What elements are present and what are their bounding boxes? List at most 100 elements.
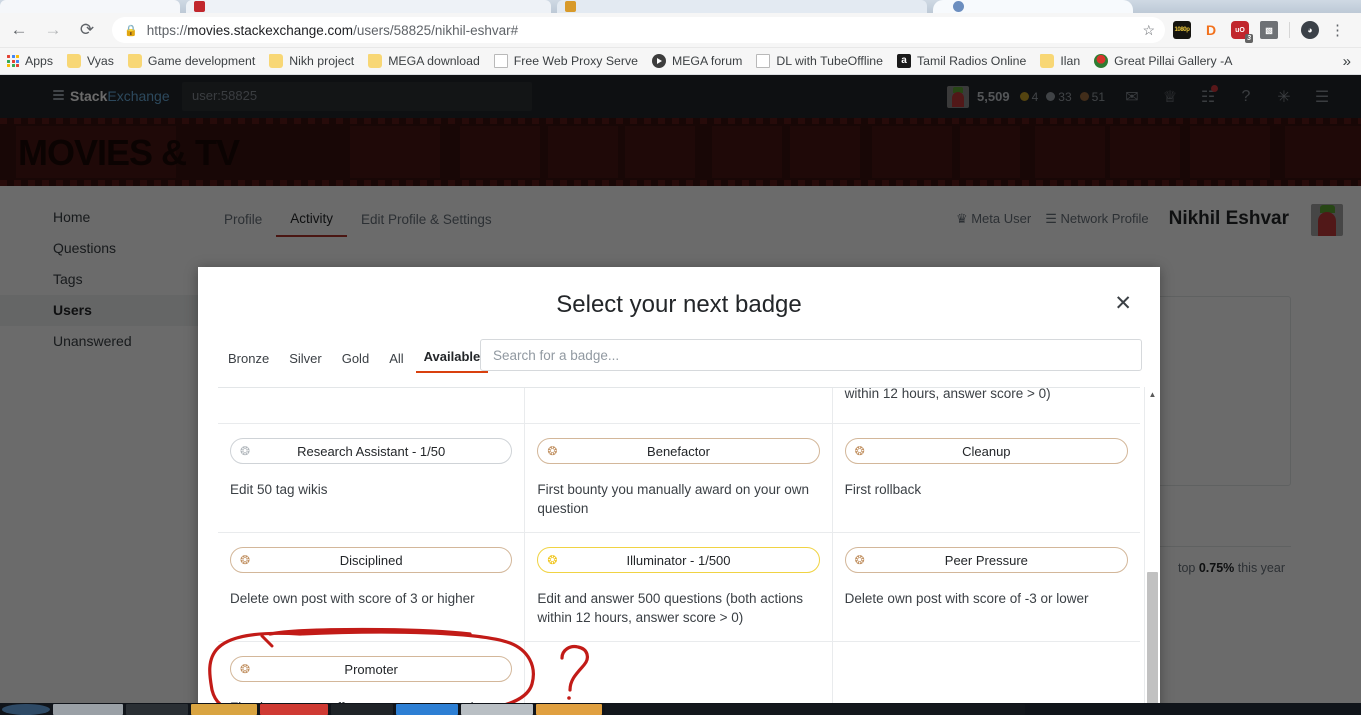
url-path: /users/58825/nikhil-eshvar# <box>353 22 519 38</box>
badge-cell[interactable]: ❂ Cleanup First rollback <box>832 424 1140 533</box>
tab-available[interactable]: Available <box>415 343 489 373</box>
bookmark-mega-download[interactable]: MEGA download <box>361 50 487 72</box>
idm-extension-icon[interactable]: D <box>1202 21 1220 39</box>
taskbar-item[interactable] <box>191 703 257 715</box>
badge-list-scrollbar[interactable]: ▲ <box>1144 387 1160 715</box>
bookmark-label: DL with TubeOffline <box>776 54 883 68</box>
badge-grid: within 12 hours, answer score > 0) ❂ Res… <box>218 387 1140 715</box>
bookmark-star-icon[interactable]: ☆ <box>1142 22 1155 39</box>
badge-chip-disciplined[interactable]: ❂ Disciplined <box>230 547 513 573</box>
lock-icon: 🔒 <box>124 24 138 37</box>
bookmark-label: Vyas <box>87 54 114 68</box>
taskbar-item[interactable] <box>461 703 533 715</box>
bookmark-label: Game development <box>147 54 256 68</box>
taskbar-start-button[interactable] <box>2 703 50 715</box>
url-scheme: https:// <box>146 22 188 38</box>
taskbar-item[interactable] <box>605 703 1025 715</box>
badge-name: Disciplined <box>339 552 403 568</box>
badge-chip-benefactor[interactable]: ❂ Benefactor <box>537 438 820 464</box>
select-badge-modal: Select your next badge ✕ Bronze Silver G… <box>198 267 1160 715</box>
chrome-menu-icon[interactable]: ⋮ <box>1330 21 1353 39</box>
reload-button[interactable]: ⟳ <box>72 15 102 45</box>
video-downloader-extension-icon[interactable]: 1080p <box>1173 21 1191 39</box>
forward-button[interactable]: → <box>38 15 68 45</box>
windows-taskbar[interactable] <box>0 703 1361 715</box>
tab-silver[interactable]: Silver <box>281 345 330 373</box>
browser-tab-active[interactable] <box>933 0 1133 13</box>
badge-description: First rollback <box>844 482 922 497</box>
medal-icon: ❂ <box>240 553 251 567</box>
back-icon: ← <box>10 20 28 39</box>
bookmark-great-pillai-gallery[interactable]: Great Pillai Gallery -A <box>1087 50 1239 72</box>
scrollbar-thumb[interactable] <box>1147 572 1158 715</box>
search-input[interactable]: Search for a badge... <box>480 339 1142 371</box>
browser-tab[interactable] <box>557 0 927 13</box>
badge-cell[interactable]: ❂ Research Assistant - 1/50 Edit 50 tag … <box>218 424 526 533</box>
bookmarks-bar: Apps Vyas Game development Nikh project … <box>0 48 1361 75</box>
bookmark-vyas[interactable]: Vyas <box>60 50 121 72</box>
badge-name: Benefactor <box>647 443 710 459</box>
badge-cell[interactable]: ❂ Disciplined Delete own post with score… <box>218 533 526 642</box>
badge-cell[interactable]: ❂ Benefactor First bounty you manually a… <box>525 424 833 533</box>
badge-cell-partial <box>218 388 526 424</box>
bookmark-label: Nikh project <box>289 54 355 68</box>
browser-tab[interactable] <box>186 0 551 13</box>
taskbar-item[interactable] <box>53 703 123 715</box>
badge-description: Delete own post with score of 3 or highe… <box>230 591 475 606</box>
browser-tab[interactable] <box>0 0 180 13</box>
bookmark-ilan[interactable]: Ilan <box>1033 50 1087 72</box>
bookmark-apps[interactable]: Apps <box>0 50 60 72</box>
ublock-origin-extension-icon[interactable]: uO 3 <box>1231 21 1253 43</box>
scroll-up-icon[interactable]: ▲ <box>1145 387 1160 399</box>
badge-chip-promoter[interactable]: ❂ Promoter <box>230 656 513 682</box>
badge-description: First bounty you manually award on your … <box>537 482 809 516</box>
tab-gold[interactable]: Gold <box>334 345 377 373</box>
badge-chip-research-assistant[interactable]: ❂ Research Assistant - 1/50 <box>230 438 513 464</box>
medal-icon: ❂ <box>854 553 865 567</box>
badge-cell-partial <box>525 388 833 424</box>
back-button[interactable]: ← <box>4 15 34 45</box>
badge-description: Delete own post with score of -3 or lowe… <box>844 591 1089 606</box>
badge-cell[interactable]: ❂ Illuminator - 1/500 Edit and answer 50… <box>525 533 833 642</box>
browser-toolbar: ← → ⟳ 🔒 https://movies.stackexchange.com… <box>0 13 1361 48</box>
badge-cell[interactable]: ❂ Peer Pressure Delete own post with sco… <box>832 533 1140 642</box>
badge-description: Edit and answer 500 questions (both acti… <box>537 591 803 625</box>
play-circle-icon <box>651 54 666 68</box>
screenshot-extension-icon[interactable]: ▧ <box>1260 21 1278 39</box>
partial-badge-description: within 12 hours, answer score > 0) <box>844 387 1051 401</box>
profile-avatar-icon[interactable]: ◕ <box>1301 21 1319 39</box>
ublock-badge-count: 3 <box>1245 34 1253 43</box>
bookmark-label: Great Pillai Gallery -A <box>1114 54 1233 68</box>
bookmark-game-development[interactable]: Game development <box>121 50 262 72</box>
browser-tabstrip[interactable] <box>0 0 1361 13</box>
badge-name: Promoter <box>344 661 398 677</box>
medal-icon: ❂ <box>547 444 558 458</box>
taskbar-item[interactable] <box>536 703 602 715</box>
tab-all[interactable]: All <box>381 345 411 373</box>
bookmarks-overflow-button[interactable]: » <box>1343 53 1361 70</box>
badge-name: Cleanup <box>962 443 1011 459</box>
ublock-glyph: uO <box>1235 26 1245 34</box>
bookmark-mega-forum[interactable]: MEGA forum <box>645 50 749 72</box>
bookmark-tamil-radios[interactable]: a Tamil Radios Online <box>890 50 1033 72</box>
tab-bronze[interactable]: Bronze <box>220 345 277 373</box>
badge-name: Illuminator - 1/500 <box>626 552 731 568</box>
badge-chip-cleanup[interactable]: ❂ Cleanup <box>844 438 1128 464</box>
bookmark-nikh-project[interactable]: Nikh project <box>262 50 361 72</box>
address-bar[interactable]: 🔒 https://movies.stackexchange.com/users… <box>112 17 1165 43</box>
taskbar-item[interactable] <box>126 703 188 715</box>
badge-chip-peer-pressure[interactable]: ❂ Peer Pressure <box>844 547 1128 573</box>
badge-filter-tabs: Bronze Silver Gold All Available <box>220 343 489 373</box>
bookmark-label: Tamil Radios Online <box>916 54 1027 68</box>
document-icon <box>756 54 771 68</box>
taskbar-item[interactable] <box>260 703 328 715</box>
rose-icon <box>1094 54 1109 68</box>
bookmark-label: MEGA download <box>388 54 480 68</box>
taskbar-item[interactable] <box>396 703 458 715</box>
taskbar-item[interactable] <box>331 703 393 715</box>
close-icon[interactable]: ✕ <box>1114 293 1132 314</box>
bookmark-free-web-proxy[interactable]: Free Web Proxy Serve <box>487 50 645 72</box>
bookmark-dl-tubeoffline[interactable]: DL with TubeOffline <box>749 50 890 72</box>
badge-chip-illuminator[interactable]: ❂ Illuminator - 1/500 <box>537 547 820 573</box>
folder-icon <box>368 54 383 68</box>
